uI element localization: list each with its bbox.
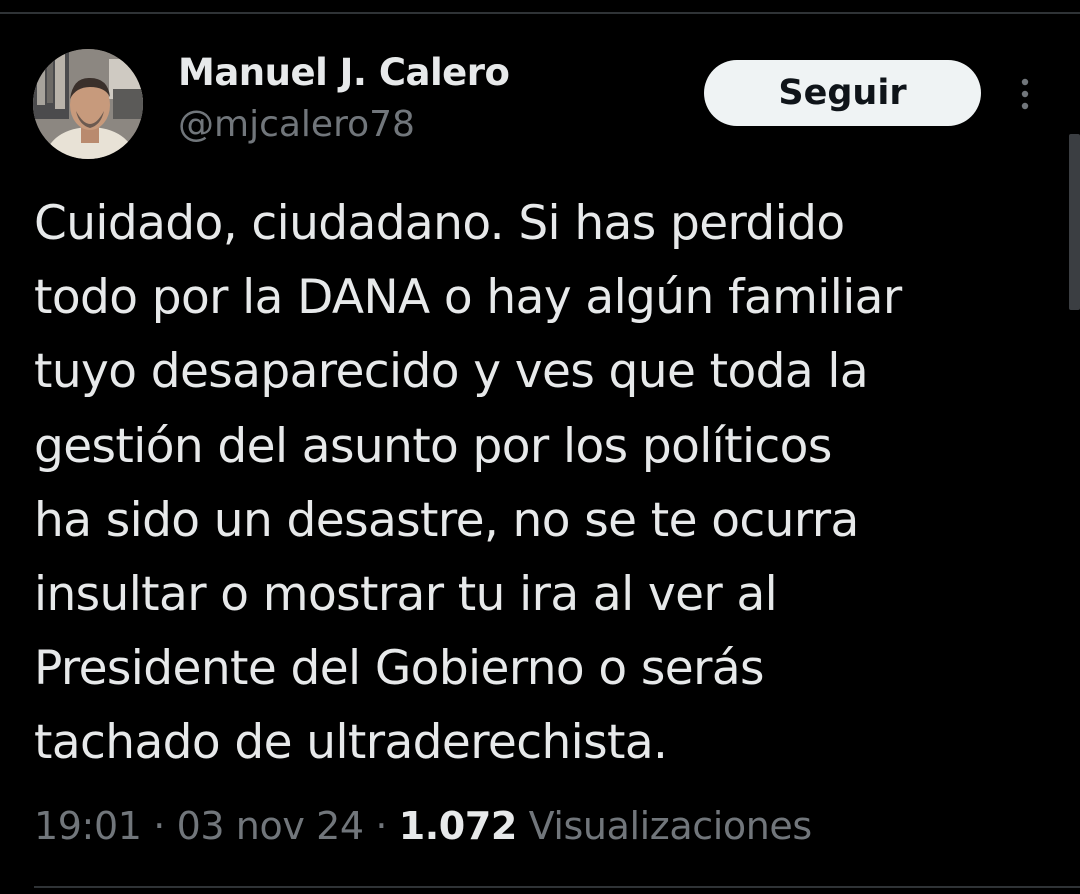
views-label: Visualizaciones (528, 804, 813, 848)
tweet-date[interactable]: 03 nov 24 (177, 804, 364, 848)
bottom-divider (34, 886, 1080, 888)
tweet-text-line: ha sido un desastre, no se te ocurra (34, 492, 859, 548)
author-display-name[interactable]: Manuel J. Calero (178, 46, 510, 100)
meta-separator: · (141, 804, 177, 848)
scrollbar[interactable] (1069, 134, 1080, 310)
more-vertical-icon[interactable] (1010, 74, 1040, 114)
tweet-text-line: gestión del asunto por los políticos (34, 418, 832, 474)
follow-button[interactable]: Seguir (704, 60, 981, 126)
tweet-metadata: 19:01 · 03 nov 24 · 1.072 Visualizacione… (34, 796, 812, 856)
tweet-text-line: Cuidado, ciudadano. Si has perdido (34, 196, 845, 251)
tweet-text-line: Presidente del Gobierno o serás (34, 641, 765, 697)
tweet-text-line: tachado de ultraderechista. (34, 715, 668, 771)
tweet-text-line: insultar o mostrar tu ira al ver al (34, 567, 778, 623)
tweet-text: Cuidado, ciudadano. Si has perdido todo … (34, 187, 1044, 781)
tweet-time[interactable]: 19:01 (34, 804, 142, 848)
meta-separator: · (363, 804, 399, 848)
profile-photo-icon (33, 49, 143, 159)
author-block: Manuel J. Calero @mjcalero78 (178, 46, 510, 150)
tweet-text-line: todo por la DANA o hay algún familiar (34, 270, 902, 326)
tweet: Manuel J. Calero @mjcalero78 Seguir Cuid… (0, 0, 1080, 894)
tweet-text-line: tuyo desaparecido y ves que toda la (34, 344, 869, 400)
views-count: 1.072 (398, 804, 518, 848)
avatar[interactable] (33, 49, 143, 159)
author-handle[interactable]: @mjcalero78 (178, 100, 509, 150)
